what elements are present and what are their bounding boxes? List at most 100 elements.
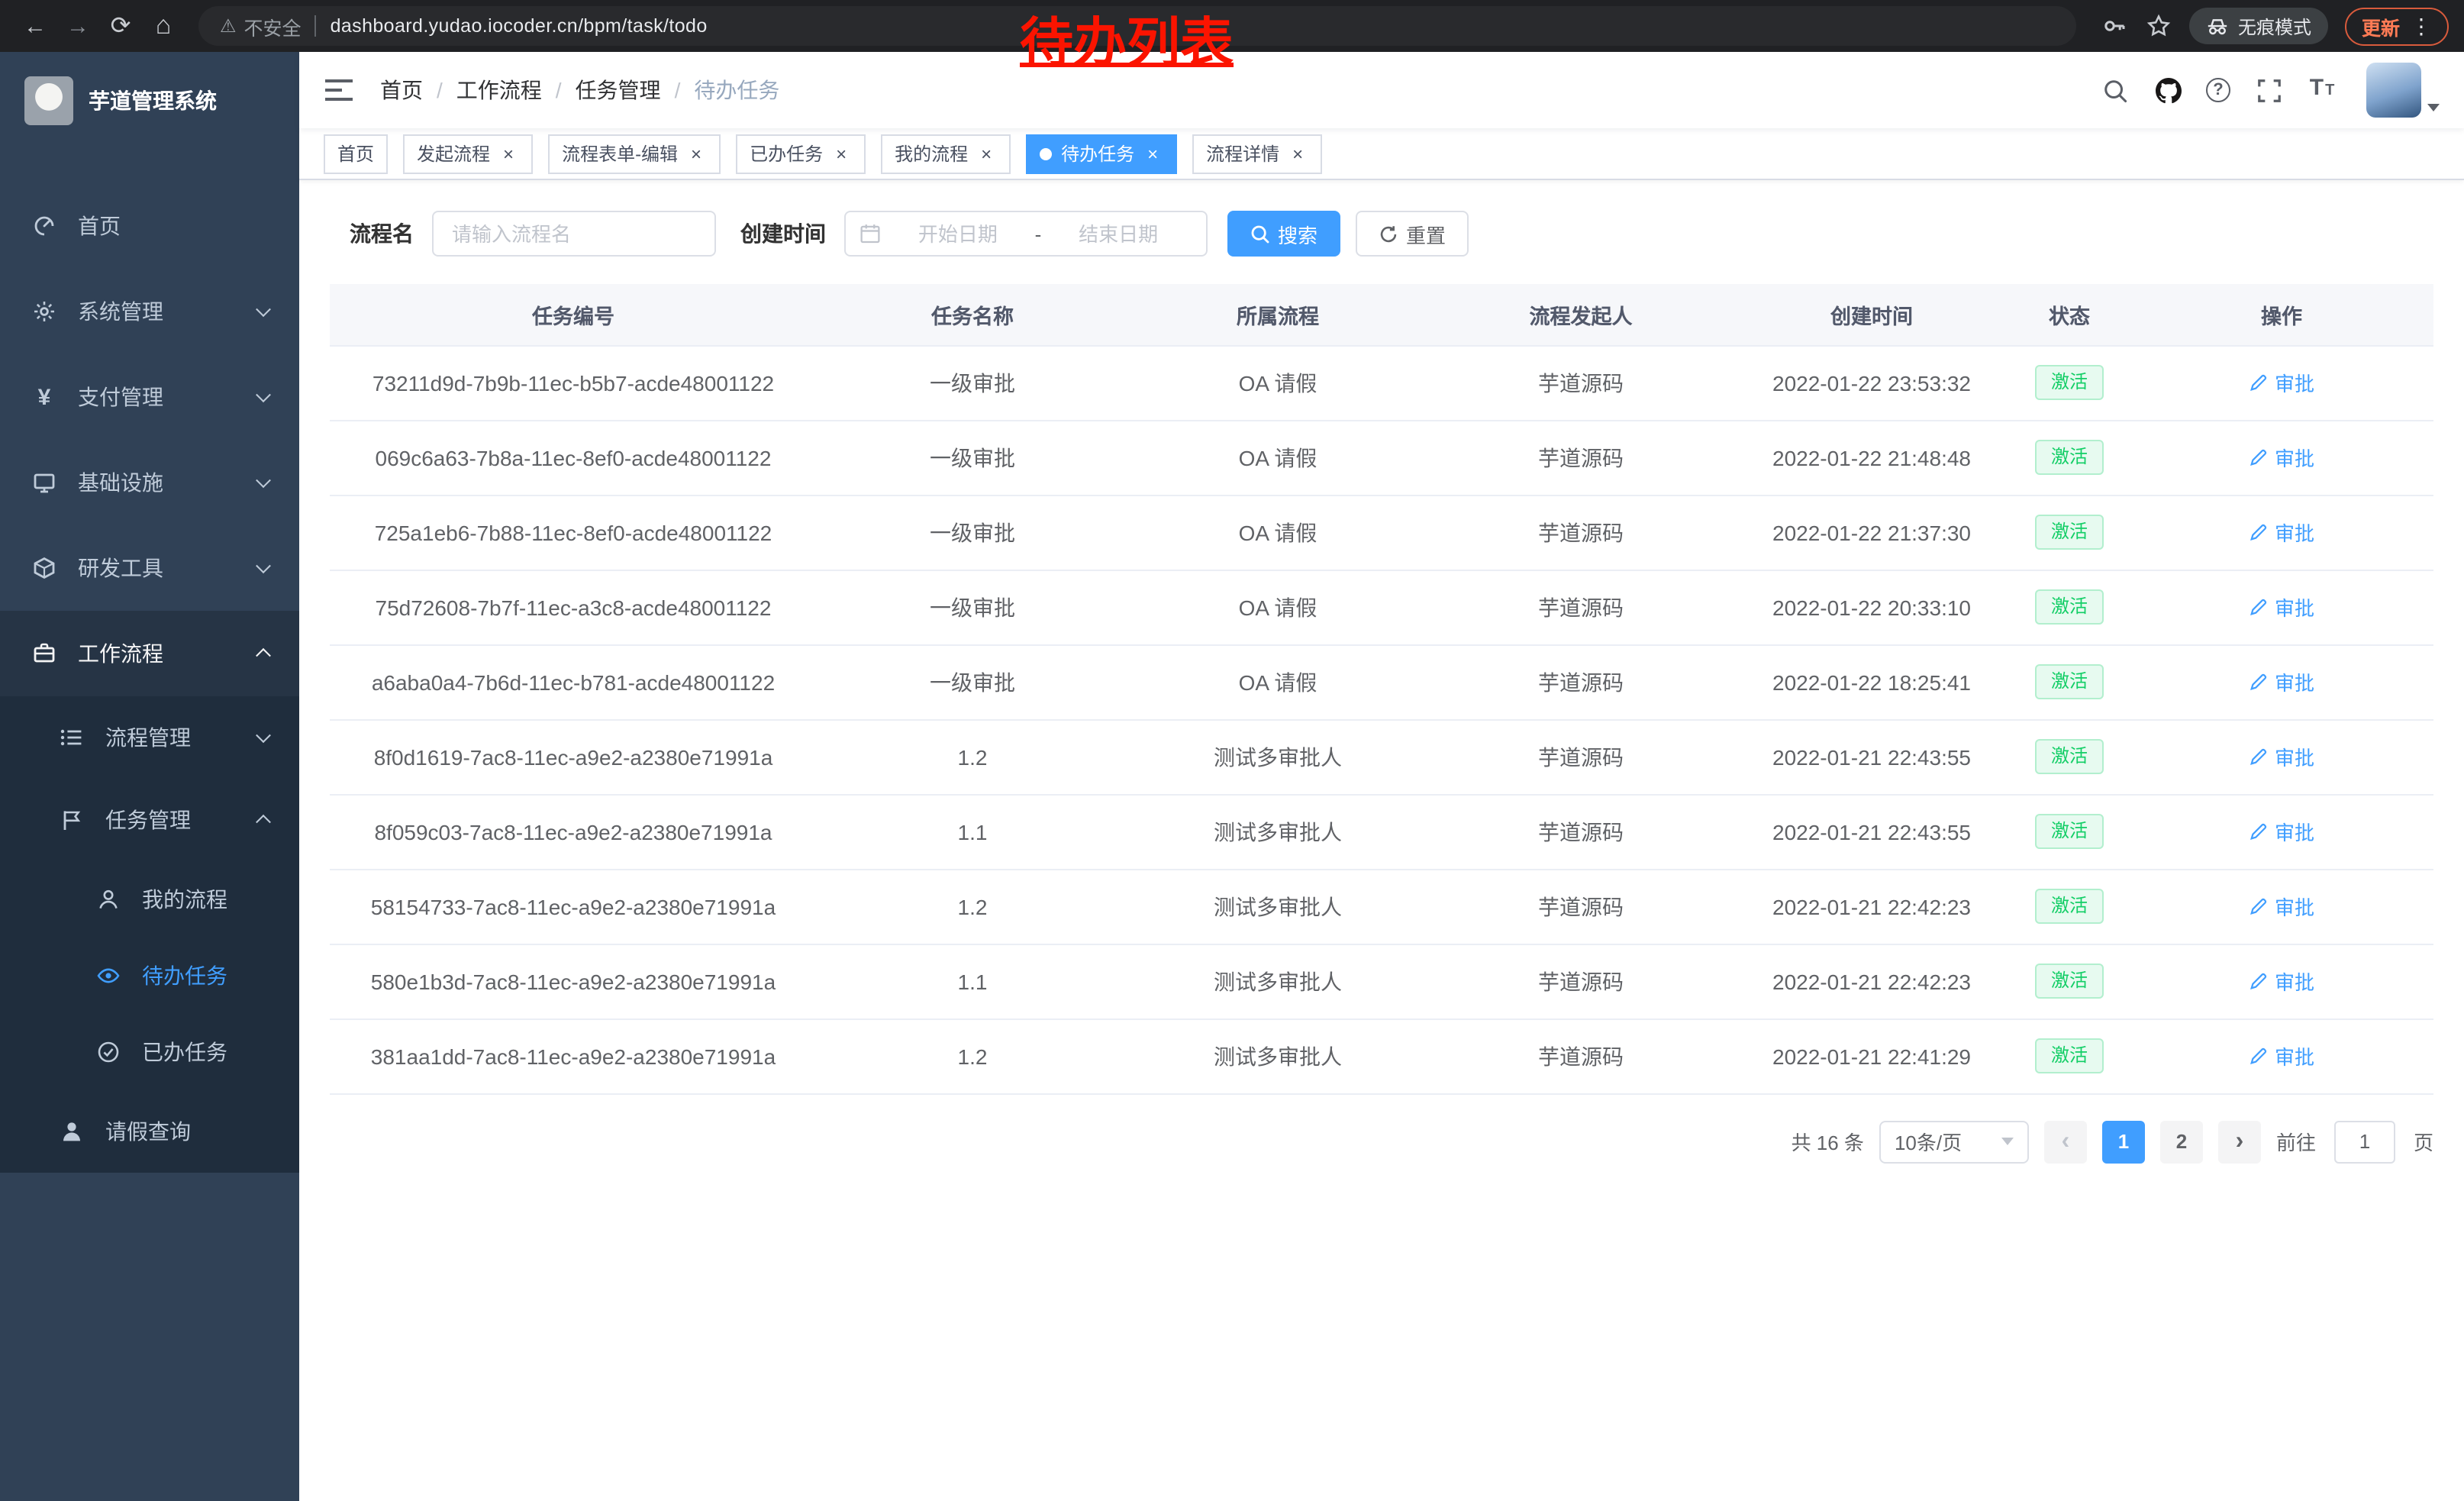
approve-button[interactable]: 审批 — [2249, 518, 2314, 547]
sidebar-item-done-task[interactable]: 已办任务 — [0, 1014, 299, 1090]
person-chat-icon — [95, 886, 122, 913]
chevron-down-icon — [256, 387, 271, 402]
avatar[interactable] — [2366, 63, 2421, 118]
sidebar-item-process-mgmt[interactable]: 流程管理 — [0, 696, 299, 779]
tab-label: 我的流程 — [895, 140, 968, 166]
breadcrumb-item[interactable]: 首页 — [380, 75, 423, 105]
browser-forward-icon[interactable] — [58, 6, 98, 46]
browser-back-icon[interactable] — [15, 6, 55, 46]
reset-button[interactable]: 重置 — [1356, 211, 1469, 257]
tab-my-process[interactable]: 我的流程 — [881, 134, 1011, 173]
sidebar-item-task-mgmt[interactable]: 任务管理 — [0, 779, 299, 861]
tab-todo-tasks[interactable]: 待办任务 — [1026, 134, 1177, 173]
close-icon[interactable] — [685, 143, 707, 164]
user-menu[interactable] — [2366, 63, 2440, 118]
close-icon[interactable] — [1142, 143, 1163, 164]
prev-page-button[interactable] — [2044, 1120, 2087, 1163]
breadcrumb: 首页 / 工作流程 / 任务管理 / 待办任务 — [380, 75, 779, 105]
approve-button[interactable]: 审批 — [2249, 368, 2314, 397]
dashboard-icon — [31, 212, 58, 240]
close-icon[interactable] — [830, 143, 852, 164]
next-page-button[interactable] — [2218, 1120, 2261, 1163]
chevron-down-icon — [256, 302, 271, 317]
flag-icon — [58, 806, 85, 834]
process-cell: OA 请假 — [1128, 570, 1427, 644]
approve-button[interactable]: 审批 — [2249, 667, 2314, 696]
page-button-1[interactable]: 1 — [2102, 1120, 2145, 1163]
tab-process-detail[interactable]: 流程详情 — [1192, 134, 1322, 173]
date-range-picker[interactable]: - — [844, 211, 1208, 257]
action-cell: 审批 — [2130, 794, 2433, 869]
create-time-cell: 2022-01-22 20:33:10 — [1734, 570, 2009, 644]
tab-start-process[interactable]: 发起流程 — [403, 134, 533, 173]
edit-icon — [2249, 447, 2269, 467]
bookmark-star-icon[interactable] — [2145, 12, 2172, 40]
task-id-cell: 725a1eb6-7b88-11ec-8ef0-acde48001122 — [330, 495, 817, 570]
task-id-cell: 73211d9d-7b9b-11ec-b5b7-acde48001122 — [330, 345, 817, 420]
page-size-select[interactable]: 10条/页 — [1879, 1120, 2029, 1163]
sidebar-item-leave-query[interactable]: 请假查询 — [0, 1090, 299, 1173]
approve-button[interactable]: 审批 — [2249, 443, 2314, 472]
close-icon[interactable] — [498, 143, 519, 164]
breadcrumb-item-current: 待办任务 — [694, 75, 779, 105]
process-name-input[interactable] — [432, 211, 716, 257]
address-bar[interactable]: 不安全 dashboard.yudao.iocoder.cn/bpm/task/… — [198, 6, 2076, 46]
tab-done-tasks[interactable]: 已办任务 — [736, 134, 866, 173]
sidebar-item-home[interactable]: 首页 — [0, 183, 299, 269]
sidebar-item-payment[interactable]: 支付管理 — [0, 354, 299, 440]
sidebar-item-infrastructure[interactable]: 基础设施 — [0, 440, 299, 525]
search-icon[interactable] — [2099, 75, 2130, 105]
status-cell: 激活 — [2009, 794, 2130, 869]
browser-reload-icon[interactable] — [101, 6, 140, 46]
password-key-icon[interactable] — [2101, 12, 2128, 40]
task-id-cell: a6aba0a4-7b6d-11ec-b781-acde48001122 — [330, 644, 817, 719]
approve-button[interactable]: 审批 — [2249, 592, 2314, 621]
navbar-actions — [2099, 63, 2440, 118]
briefcase-icon — [31, 640, 58, 667]
goto-page-input[interactable] — [2334, 1120, 2395, 1163]
goto-label: 前往 — [2276, 1127, 2316, 1156]
help-icon[interactable] — [2206, 78, 2230, 102]
url-text: dashboard.yudao.iocoder.cn/bpm/task/todo — [331, 15, 708, 37]
browser-home-icon[interactable] — [144, 6, 183, 46]
process-cell: OA 请假 — [1128, 420, 1427, 495]
starter-cell: 芋道源码 — [1427, 794, 1734, 869]
status-badge: 激活 — [2036, 964, 2103, 999]
fullscreen-icon[interactable] — [2253, 75, 2284, 105]
range-separator: - — [1035, 222, 1042, 245]
caret-down-icon — [2427, 104, 2440, 111]
close-icon[interactable] — [1287, 143, 1308, 164]
close-icon[interactable] — [976, 143, 997, 164]
sidebar-item-todo-task[interactable]: 待办任务 — [0, 938, 299, 1014]
sidebar-item-label: 系统管理 — [78, 296, 163, 327]
page-button-2[interactable]: 2 — [2160, 1120, 2203, 1163]
approve-button[interactable]: 审批 — [2249, 742, 2314, 771]
status-cell: 激活 — [2009, 719, 2130, 794]
font-size-icon[interactable] — [2307, 75, 2337, 105]
start-date-input[interactable] — [884, 222, 1032, 245]
github-icon[interactable] — [2153, 75, 2183, 105]
column-header: 任务名称 — [817, 284, 1128, 345]
tab-home[interactable]: 首页 — [324, 134, 388, 173]
breadcrumb-item[interactable]: 任务管理 — [576, 75, 661, 105]
tab-process-form-edit[interactable]: 流程表单-编辑 — [548, 134, 721, 173]
approve-button[interactable]: 审批 — [2249, 892, 2314, 921]
approve-button[interactable]: 审批 — [2249, 967, 2314, 996]
approve-button[interactable]: 审批 — [2249, 817, 2314, 846]
update-button[interactable]: 更新 — [2345, 7, 2449, 45]
sidebar-item-system[interactable]: 系统管理 — [0, 269, 299, 354]
sidebar-item-my-process[interactable]: 我的流程 — [0, 861, 299, 938]
hamburger-icon[interactable] — [324, 75, 354, 105]
approve-button[interactable]: 审批 — [2249, 1041, 2314, 1070]
tags-view-bar: 首页 发起流程 流程表单-编辑 已办任务 我的流程 — [299, 128, 2464, 180]
app-logo-row[interactable]: 芋道管理系统 — [0, 52, 299, 150]
browser-menu-icon[interactable] — [2411, 13, 2432, 39]
table-row: 58154733-7ac8-11ec-a9e2-a2380e71991a 1.2… — [330, 869, 2433, 944]
breadcrumb-item[interactable]: 工作流程 — [456, 75, 542, 105]
sidebar-item-workflow[interactable]: 工作流程 — [0, 611, 299, 696]
sidebar-item-devtools[interactable]: 研发工具 — [0, 525, 299, 611]
create-time-cell: 2022-01-21 22:42:23 — [1734, 944, 2009, 1018]
end-date-input[interactable] — [1044, 222, 1192, 245]
column-header: 流程发起人 — [1427, 284, 1734, 345]
search-button[interactable]: 搜索 — [1227, 211, 1340, 257]
